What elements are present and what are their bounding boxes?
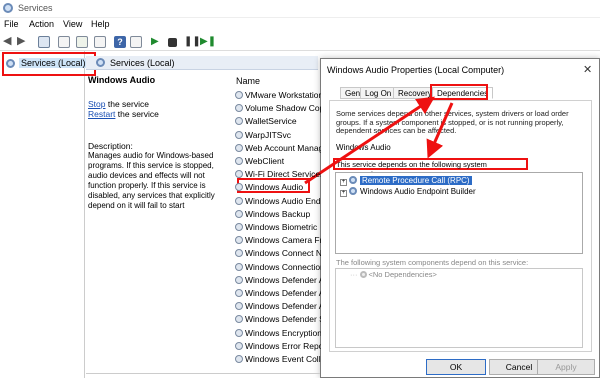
service-gear-icon — [235, 196, 243, 205]
service-gear-icon — [235, 355, 243, 363]
service-gear-icon — [235, 143, 243, 152]
service-row[interactable]: Windows Defender A — [235, 301, 321, 312]
service-gear-icon — [235, 91, 243, 99]
service-row[interactable]: Windows Audio Endpoint — [235, 196, 321, 207]
service-name: Windows Error Repor — [245, 340, 321, 351]
service-gear-icon — [235, 302, 243, 311]
service-row[interactable]: Windows Defender A — [235, 275, 321, 286]
service-gear-icon — [235, 289, 243, 297]
service-row[interactable]: WalletService — [235, 116, 321, 127]
service-gear-icon — [235, 328, 243, 337]
service-name: Windows Event Colle — [245, 354, 321, 364]
service-gear-icon — [235, 117, 243, 126]
service-name: Web Account Manager — [245, 142, 321, 153]
service-gear-icon — [235, 223, 243, 231]
service-name: Volume Shadow Copy — [245, 103, 321, 114]
service-row[interactable]: Windows Error Repor — [235, 341, 321, 352]
service-row[interactable]: Web Account Manager — [235, 143, 321, 154]
service-name: Windows Encryption — [245, 327, 321, 338]
service-name: Windows Audio Endpoint — [245, 195, 321, 206]
service-row[interactable]: Windows Camera Fr — [235, 235, 321, 246]
service-gear-icon — [235, 209, 243, 218]
service-name: Windows Backup — [245, 208, 311, 219]
service-gear-icon — [235, 104, 243, 113]
service-name: WalletService — [245, 116, 297, 127]
service-gear-icon — [235, 249, 243, 258]
service-gear-icon — [235, 130, 243, 139]
service-name: Windows Connection — [245, 261, 321, 272]
service-row[interactable]: WarpJITSvc — [235, 130, 321, 141]
service-row[interactable]: Windows Encryption — [235, 328, 321, 339]
service-name: Windows Defender A — [245, 288, 321, 298]
service-row[interactable]: Windows Event Colle — [235, 354, 321, 365]
service-row[interactable]: Windows Connect N — [235, 248, 321, 259]
service-gear-icon — [235, 315, 243, 324]
service-row[interactable]: Windows Connection — [235, 262, 321, 273]
service-name: Windows Defender A — [245, 301, 321, 312]
service-gear-icon — [235, 262, 243, 271]
service-row[interactable]: Windows Defender A — [235, 288, 321, 299]
service-name: Windows Defender A — [245, 274, 321, 285]
service-name: WarpJITSvc — [245, 129, 291, 140]
service-name: Windows Audio — [245, 182, 304, 193]
service-name: Wi-Fi Direct Services — [245, 169, 321, 180]
arrow-to-dependencies-tab — [304, 96, 435, 185]
service-name: Windows Camera Fr — [245, 235, 321, 246]
service-name: Windows Biometric — [245, 222, 318, 232]
service-row[interactable]: Windows Defender S — [235, 314, 321, 325]
service-gear-icon — [235, 275, 243, 284]
service-row[interactable]: VMware Workstation — [235, 90, 321, 101]
service-gear-icon — [235, 341, 243, 350]
service-row[interactable]: Volume Shadow Copy — [235, 103, 321, 114]
service-row[interactable]: Wi-Fi Direct Services — [235, 169, 321, 180]
service-gear-icon — [235, 170, 243, 179]
service-name: VMware Workstation — [245, 90, 321, 100]
service-gear-icon — [235, 157, 243, 165]
service-row[interactable]: Windows Audio — [235, 182, 321, 193]
service-row[interactable]: Windows Biometric — [235, 222, 321, 233]
service-name: Windows Defender S — [245, 314, 321, 325]
service-gear-icon — [235, 183, 243, 192]
service-name: WebClient — [245, 156, 285, 166]
service-row[interactable]: Windows Backup — [235, 209, 321, 220]
service-row[interactable]: WebClient — [235, 156, 321, 167]
service-gear-icon — [235, 236, 243, 245]
arrow-to-depends-label — [426, 102, 454, 159]
service-name: Windows Connect N — [245, 248, 321, 259]
